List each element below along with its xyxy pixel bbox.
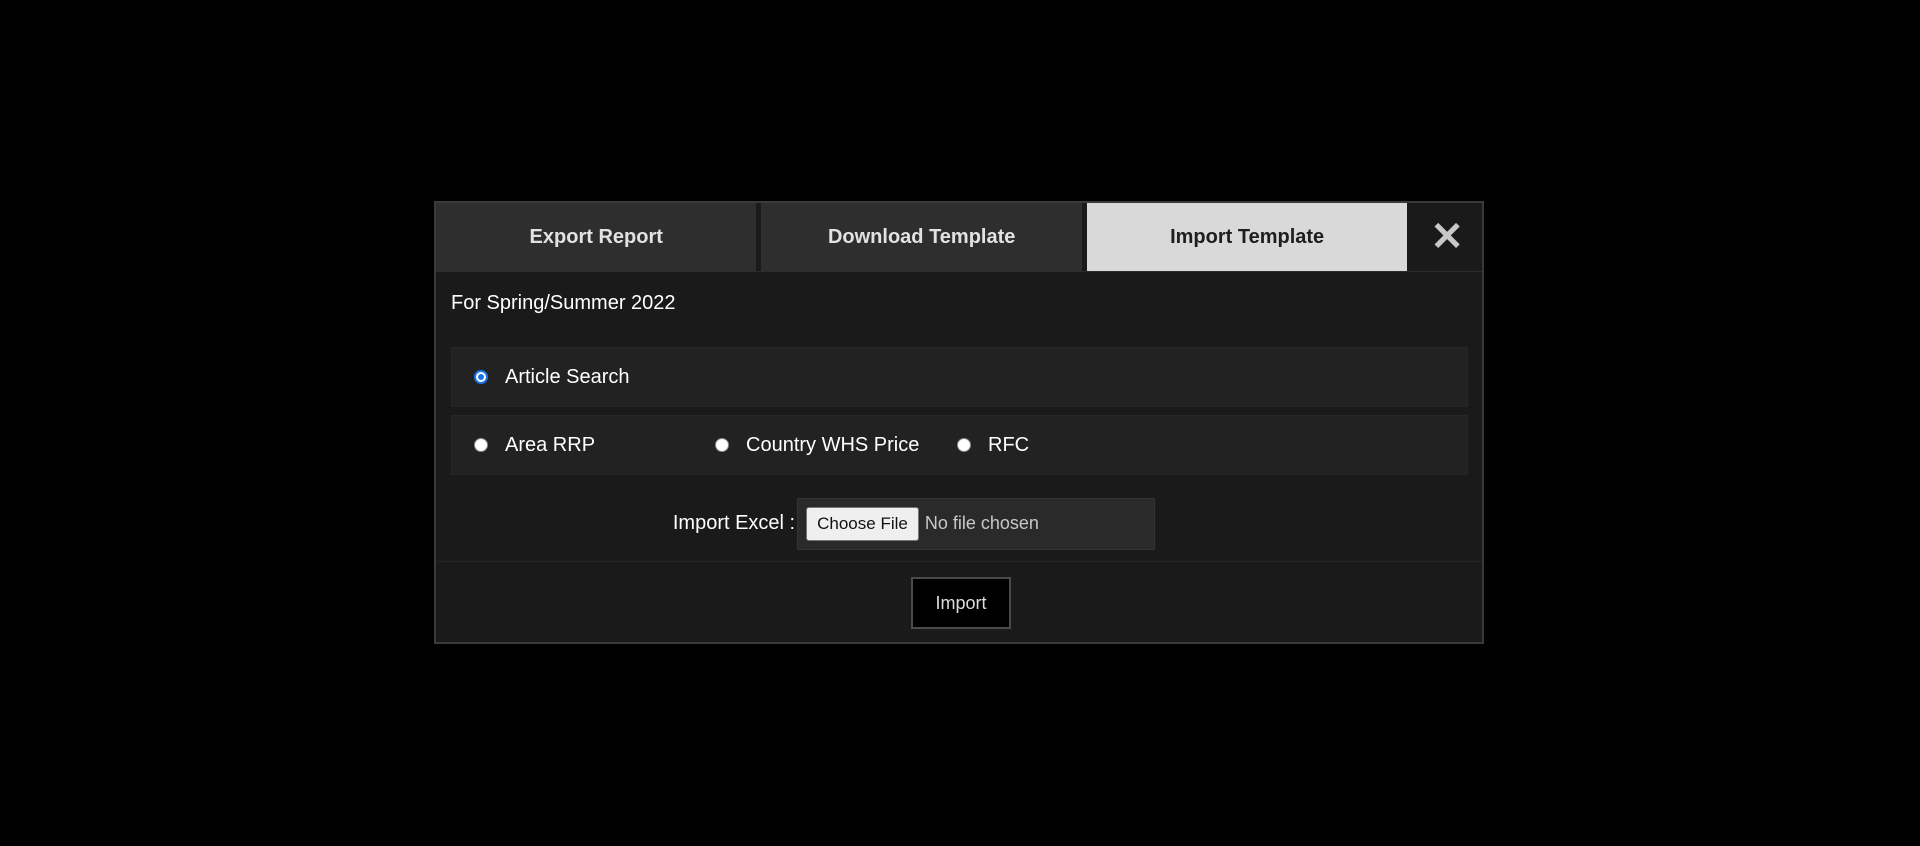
file-input[interactable]: Choose File No file chosen	[797, 497, 1156, 550]
dialog-tabs: Export Report Download Template Import T…	[436, 203, 1482, 272]
import-button[interactable]: Import	[911, 577, 1011, 629]
file-status-text: No file chosen	[924, 513, 1039, 533]
area-rrp-radio[interactable]	[474, 438, 488, 452]
tab-import-template[interactable]: Import Template	[1086, 203, 1408, 271]
article-search-option[interactable]: Article Search	[474, 366, 630, 389]
import-excel-row: Import Excel : Choose File No file chose…	[436, 496, 1482, 551]
import-excel-label: Import Excel :	[672, 512, 796, 534]
article-search-panel: Article Search	[451, 347, 1468, 407]
tab-download-template[interactable]: Download Template	[761, 203, 1082, 271]
footer-divider	[436, 561, 1482, 562]
rfc-label: RFC	[988, 433, 1030, 456]
tab-export-report[interactable]: Export Report	[436, 203, 757, 271]
close-icon[interactable]: ✕	[1412, 203, 1482, 271]
area-rrp-label: Area RRP	[505, 433, 596, 456]
article-search-label: Article Search	[505, 365, 630, 388]
country-whs-price-option[interactable]: Country WHS Price	[715, 434, 957, 457]
price-type-panel: Area RRP Country WHS Price RFC	[451, 415, 1468, 475]
rfc-radio[interactable]	[957, 438, 971, 452]
choose-file-button[interactable]: Choose File	[806, 506, 919, 541]
area-rrp-option[interactable]: Area RRP	[474, 434, 715, 457]
article-search-radio[interactable]	[474, 370, 488, 384]
country-whs-price-radio[interactable]	[715, 438, 729, 452]
season-label: For Spring/Summer 2022	[451, 292, 676, 314]
import-template-dialog: Export Report Download Template Import T…	[434, 201, 1484, 644]
country-whs-price-label: Country WHS Price	[746, 433, 920, 456]
rfc-option[interactable]: RFC	[957, 434, 1029, 457]
